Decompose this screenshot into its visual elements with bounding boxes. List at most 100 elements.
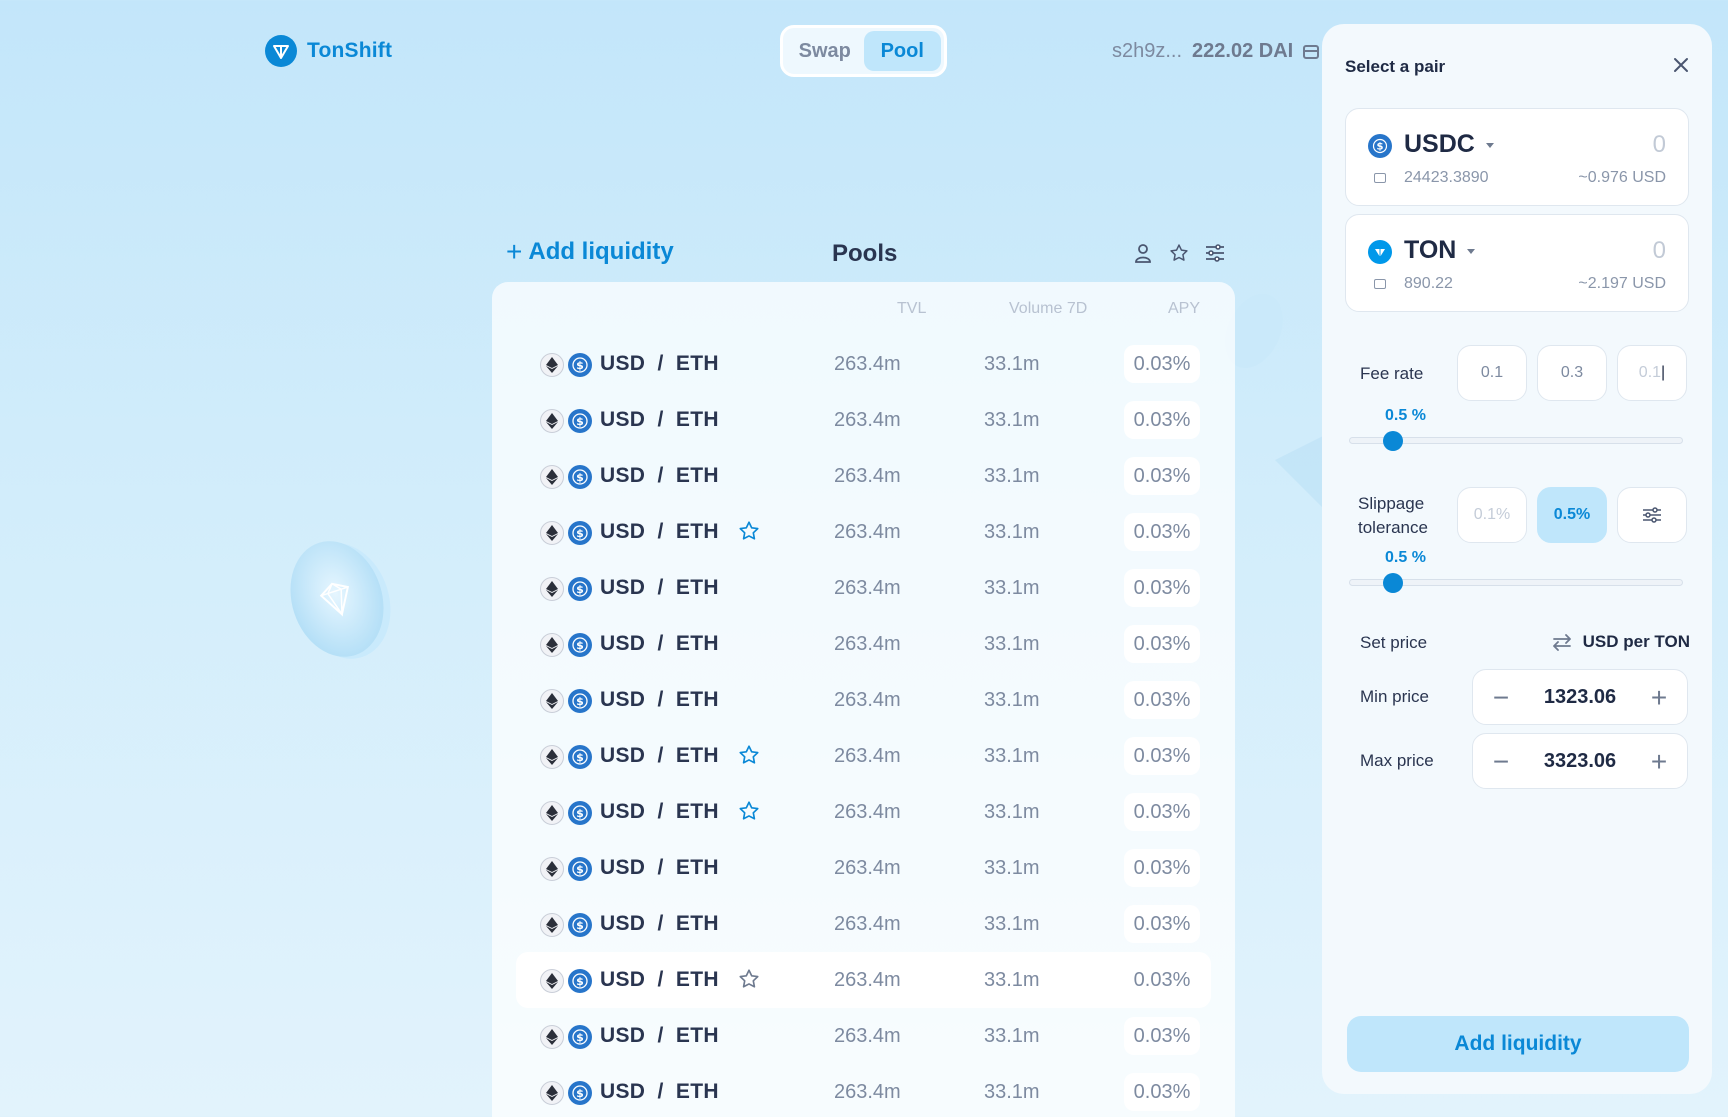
fee-rate-slider-thumb[interactable]	[1383, 431, 1404, 451]
panel-title: Select a pair	[1345, 57, 1446, 76]
add-liquidity-label: Add liquidity	[528, 238, 674, 265]
pair-name: USD / ETH	[600, 912, 719, 935]
pair-icons: $	[540, 857, 594, 881]
usdc-icon: $	[568, 857, 592, 881]
pair-icons: $	[540, 689, 594, 713]
tvl-value: 263.4m	[834, 745, 901, 767]
pair-icons: $	[540, 521, 594, 545]
svg-text:$: $	[576, 863, 584, 876]
settings-sliders-icon[interactable]	[1205, 242, 1225, 264]
wallet-icon	[1374, 279, 1386, 289]
fee-rate-label: Fee rate	[1360, 364, 1424, 383]
fee-custom-input[interactable]: 0.1 |	[1617, 345, 1687, 401]
slippage-option-0-5[interactable]: 0.5%	[1537, 487, 1607, 543]
eth-icon	[540, 1081, 564, 1105]
pools-header: + Add liquidity Pools	[492, 232, 1237, 278]
column-tvl[interactable]: TVL	[897, 300, 926, 318]
favorite-star-icon[interactable]	[738, 968, 760, 990]
app-logo[interactable]: TonShift	[265, 35, 392, 67]
plus-icon[interactable]: +	[1645, 748, 1673, 776]
slippage-value: 0.5 %	[1385, 549, 1426, 566]
table-row[interactable]: $ USD / ETH 263.4m 33.1m 0.03%	[516, 1008, 1211, 1064]
svg-text:$: $	[576, 583, 584, 596]
table-row[interactable]: $ USD / ETH 263.4m 33.1m 0.03%	[516, 672, 1211, 728]
svg-text:$: $	[576, 807, 584, 820]
tvl-value: 263.4m	[834, 353, 901, 375]
token-a-amount[interactable]: 0	[1653, 131, 1666, 159]
table-row[interactable]: $ USD / ETH 263.4m 33.1m 0.03%	[516, 392, 1211, 448]
apy-badge: 0.03%	[1124, 401, 1200, 439]
slippage-label-line2: tolerance	[1358, 518, 1428, 537]
pair-icons: $	[540, 745, 594, 769]
star-filter-icon[interactable]	[1169, 242, 1189, 264]
table-row[interactable]: $ USD / ETH 263.4m 33.1m 0.03%	[516, 840, 1211, 896]
table-row[interactable]: $ USD / ETH 263.4m 33.1m 0.03%	[516, 336, 1211, 392]
svg-text:$: $	[576, 751, 584, 764]
volume-value: 33.1m	[984, 521, 1040, 543]
table-row[interactable]: $ USD / ETH 263.4m 33.1m 0.03%	[516, 448, 1211, 504]
table-row[interactable]: $ USD / ETH 263.4m 33.1m 0.03%	[516, 504, 1211, 560]
pair-icons: $	[540, 465, 594, 489]
tvl-value: 263.4m	[834, 969, 901, 991]
account-info[interactable]: s2h9z... 222.02 DAI	[1112, 40, 1320, 63]
token-a-symbol: USDC	[1404, 130, 1475, 158]
fee-option-0-1[interactable]: 0.1	[1457, 345, 1527, 401]
slippage-settings-button[interactable]	[1617, 487, 1687, 543]
wallet-address: s2h9z...	[1112, 40, 1183, 62]
slippage-option-0-1[interactable]: 0.1%	[1457, 487, 1527, 543]
fee-option-0-3[interactable]: 0.3	[1537, 345, 1607, 401]
close-icon[interactable]	[1670, 54, 1692, 76]
add-liquidity-link[interactable]: + Add liquidity	[506, 238, 674, 266]
tvl-value: 263.4m	[834, 857, 901, 879]
chevron-down-icon	[1467, 249, 1475, 254]
wallet-balance: 222.02 DAI	[1192, 40, 1294, 62]
table-row[interactable]: $ USD / ETH 263.4m 33.1m 0.03%	[516, 784, 1211, 840]
slippage-slider[interactable]	[1349, 573, 1683, 593]
table-row[interactable]: $ USD / ETH 263.4m 33.1m 0.03%	[516, 728, 1211, 784]
favorite-star-icon[interactable]	[738, 800, 760, 822]
volume-value: 33.1m	[984, 745, 1040, 767]
eth-icon	[540, 801, 564, 825]
tvl-value: 263.4m	[834, 801, 901, 823]
table-row[interactable]: $ USD / ETH 263.4m 33.1m 0.03%	[516, 952, 1211, 1008]
user-filter-icon[interactable]	[1133, 242, 1153, 264]
pair-name: USD / ETH	[600, 856, 719, 879]
usdc-icon: $	[568, 1025, 592, 1049]
table-row[interactable]: $ USD / ETH 263.4m 33.1m 0.03%	[516, 896, 1211, 952]
favorite-star-icon[interactable]	[738, 520, 760, 542]
token-b-balance: 890.22	[1404, 275, 1453, 292]
pair-icons: $	[540, 969, 594, 993]
favorite-star-icon[interactable]	[738, 744, 760, 766]
token-b-selector[interactable]: TON 0 890.22 ~2.197 USD	[1345, 214, 1689, 312]
table-row[interactable]: $ USD / ETH 263.4m 33.1m 0.03%	[516, 1064, 1211, 1117]
tvl-value: 263.4m	[834, 1025, 901, 1047]
plus-icon: +	[506, 236, 523, 267]
fee-rate-slider[interactable]	[1349, 431, 1683, 451]
slippage-slider-thumb[interactable]	[1383, 573, 1404, 593]
apy-badge: 0.03%	[1124, 457, 1200, 495]
add-liquidity-button[interactable]: Add liquidity	[1347, 1016, 1689, 1072]
volume-value: 33.1m	[984, 689, 1040, 711]
plus-icon[interactable]: +	[1645, 684, 1673, 712]
column-volume[interactable]: Volume 7D	[1009, 300, 1087, 318]
table-row[interactable]: $ USD / ETH 263.4m 33.1m 0.03%	[516, 616, 1211, 672]
svg-text:$: $	[576, 639, 584, 652]
table-row[interactable]: $ USD / ETH 263.4m 33.1m 0.03%	[516, 560, 1211, 616]
pair-icons: $	[540, 353, 594, 377]
svg-text:$: $	[576, 1087, 584, 1100]
token-a-selector[interactable]: $ USDC 0 24423.3890 ~0.976 USD	[1345, 108, 1689, 206]
volume-value: 33.1m	[984, 465, 1040, 487]
tab-swap[interactable]: Swap	[786, 31, 864, 71]
tab-pool[interactable]: Pool	[863, 31, 941, 71]
price-unit: USD per TON	[1582, 632, 1690, 651]
usdc-icon: $	[568, 409, 592, 433]
column-apy[interactable]: APY	[1168, 300, 1200, 318]
pair-name: USD / ETH	[600, 632, 719, 655]
pair-name: USD / ETH	[600, 968, 719, 991]
max-price-label: Max price	[1360, 751, 1434, 770]
apy-badge: 0.03%	[1124, 1017, 1200, 1055]
price-unit-toggle[interactable]: USD per TON	[1551, 632, 1690, 652]
token-b-amount[interactable]: 0	[1653, 237, 1666, 265]
eth-icon	[540, 633, 564, 657]
usdc-icon: $	[568, 801, 592, 825]
